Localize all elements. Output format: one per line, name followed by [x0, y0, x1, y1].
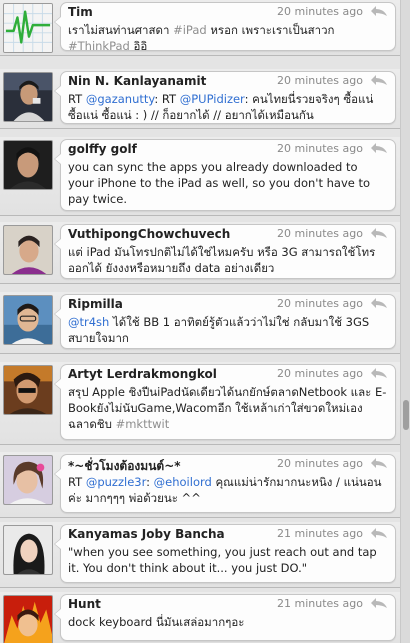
timestamp[interactable]: 20 minutes ago	[277, 74, 363, 87]
tweet-item[interactable]: Ripmilla 20 minutes ago @tr4sh ได้ใช้ BB…	[0, 292, 400, 354]
author-name[interactable]: Kanyamas Joby Bancha	[68, 527, 225, 541]
avatar[interactable]	[3, 72, 53, 122]
tweet-text-segment: เราไม่สนท่านศาสดา	[68, 23, 174, 37]
timestamp[interactable]: 20 minutes ago	[277, 457, 363, 470]
tweet-text-segment: you can sync the apps you already downlo…	[68, 160, 371, 206]
mention-link[interactable]: @ehoilord	[154, 475, 212, 489]
avatar[interactable]	[3, 295, 53, 345]
tweet-bubble: golffy golf 20 minutes ago you can sync …	[54, 139, 396, 211]
profile-photo	[4, 296, 52, 344]
tweet-text-segment: "when you see something, you just reach …	[68, 545, 377, 575]
author-name[interactable]: Hunt	[68, 597, 101, 611]
tweet-timeline: Tim 20 minutes ago เราไม่สนท่านศาสดา #iP…	[0, 0, 400, 643]
avatar[interactable]	[3, 3, 53, 53]
tweet-text-segment: :	[146, 475, 154, 489]
avatar[interactable]	[3, 455, 53, 505]
tweet-bubble: Tim 20 minutes ago เราไม่สนท่านศาสดา #iP…	[54, 2, 396, 54]
author-name[interactable]: Artyt Lerdrakmongkol	[68, 367, 217, 381]
mention-link[interactable]: @PUPidizer	[180, 92, 245, 106]
timestamp[interactable]: 20 minutes ago	[277, 5, 363, 18]
tweet-bubble: Kanyamas Joby Bancha 21 minutes ago "whe…	[54, 524, 396, 583]
author-name[interactable]: golffy golf	[68, 142, 137, 156]
tweet-bubble: Artyt Lerdrakmongkol 20 minutes ago สรุป…	[54, 364, 396, 440]
tweet-text-segment: ได้ใช้ BB 1 อาทิตย์รู้ตัวแล้วว่าไม่ใช่ ก…	[68, 315, 370, 345]
timestamp[interactable]: 20 minutes ago	[277, 367, 363, 380]
avatar[interactable]	[3, 595, 53, 643]
profile-photo	[4, 456, 52, 504]
timestamp[interactable]: 20 minutes ago	[277, 142, 363, 155]
tweet-item[interactable]: Tim 20 minutes ago เราไม่สนท่านศาสดา #iP…	[0, 0, 400, 56]
scrollbar-thumb[interactable]	[403, 400, 409, 430]
vertical-scrollbar[interactable]	[400, 0, 410, 643]
tweet-text-segment: RT	[68, 92, 86, 106]
avatar[interactable]	[3, 140, 53, 190]
tweet-text-segment: : RT	[154, 92, 180, 106]
profile-photo	[4, 596, 52, 643]
author-name[interactable]: VuthipongChowchuvech	[68, 227, 230, 241]
tweet-text: @tr4sh ได้ใช้ BB 1 อาทิตย์รู้ตัวแล้วว่าไ…	[68, 314, 387, 346]
tweet-item[interactable]: Nin N. Kanlayanamit 20 minutes ago RT @g…	[0, 69, 400, 129]
reply-icon[interactable]	[369, 526, 389, 540]
tweet-bubble: Ripmilla 20 minutes ago @tr4sh ได้ใช้ BB…	[54, 294, 396, 349]
mention-link[interactable]: @tr4sh	[68, 315, 109, 329]
timestamp[interactable]: 21 minutes ago	[277, 527, 363, 540]
tweet-bubble: VuthipongChowchuvech 20 minutes ago แต่ …	[54, 224, 396, 279]
tweet-item[interactable]: VuthipongChowchuvech 20 minutes ago แต่ …	[0, 222, 400, 284]
timestamp[interactable]: 20 minutes ago	[277, 297, 363, 310]
reply-icon[interactable]	[369, 73, 389, 87]
tweet-text-segment: RT	[68, 475, 86, 489]
tweet-bubble: Hunt 21 minutes ago dock keyboard นี่มัน…	[54, 594, 396, 641]
author-name[interactable]: Ripmilla	[68, 297, 123, 311]
tweet-text: สรุป Apple ชิงปีนiPadนัดเดียวได้นกยักษ์ต…	[68, 384, 387, 432]
reply-icon[interactable]	[369, 456, 389, 470]
tweet-item[interactable]: golffy golf 20 minutes ago you can sync …	[0, 137, 400, 216]
tweet-item[interactable]: Kanyamas Joby Bancha 21 minutes ago "whe…	[0, 522, 400, 588]
reply-icon[interactable]	[369, 4, 389, 18]
tweet-item[interactable]: Hunt 21 minutes ago dock keyboard นี่มัน…	[0, 592, 400, 643]
tweet-bubble: *~ชั่วโมงต้องมนต์~* 20 minutes ago RT @p…	[54, 454, 396, 513]
mention-link[interactable]: @gazanutty	[86, 92, 155, 106]
tweet-text: you can sync the apps you already downlo…	[68, 159, 387, 207]
tweet-item[interactable]: Artyt Lerdrakmongkol 20 minutes ago สรุป…	[0, 362, 400, 445]
tweet-text: RT @gazanutty: RT @PUPidizer: คนไทยนี่รว…	[68, 91, 387, 123]
profile-photo	[4, 366, 52, 414]
hashtag-link[interactable]: #iPad	[173, 23, 207, 37]
hashtag-link[interactable]: #ThinkPad	[68, 39, 130, 53]
tweet-text: dock keyboard นี่มันเสล่อมากๆอะ	[68, 614, 387, 630]
tweet-text: แต่ iPad มันโทรปกติไม่ได้ใช่ไหมครับ หรือ…	[68, 244, 387, 276]
tweet-item[interactable]: *~ชั่วโมงต้องมนต์~* 20 minutes ago RT @p…	[0, 452, 400, 518]
timestamp[interactable]: 20 minutes ago	[277, 227, 363, 240]
profile-photo	[4, 141, 52, 189]
reply-icon[interactable]	[369, 296, 389, 310]
tweet-text: RT @puzzle3r: @ehoilord คุณแม่น่ารักมากน…	[68, 474, 387, 506]
reply-icon[interactable]	[369, 226, 389, 240]
chart-icon	[4, 4, 52, 52]
profile-photo	[4, 226, 52, 274]
avatar[interactable]	[3, 225, 53, 275]
reply-icon[interactable]	[369, 596, 389, 610]
reply-icon[interactable]	[369, 141, 389, 155]
reply-icon[interactable]	[369, 366, 389, 380]
mention-link[interactable]: @puzzle3r	[86, 475, 146, 489]
profile-photo	[4, 73, 52, 121]
tweet-text-segment: หรอก เพราะเราเป็นสาวก	[206, 23, 335, 37]
avatar[interactable]	[3, 365, 53, 415]
tweet-text-segment: อิอิ	[129, 39, 148, 53]
tweet-text: "when you see something, you just reach …	[68, 544, 387, 576]
timestamp[interactable]: 21 minutes ago	[277, 597, 363, 610]
avatar[interactable]	[3, 525, 53, 575]
hashtag-link[interactable]: #mkttwit	[116, 417, 170, 431]
profile-photo	[4, 526, 52, 574]
tweet-text: เราไม่สนท่านศาสดา #iPad หรอก เพราะเราเป็…	[68, 22, 387, 54]
tweet-text-segment: dock keyboard นี่มันเสล่อมากๆอะ	[68, 615, 245, 629]
author-name[interactable]: Tim	[68, 5, 93, 19]
tweet-text-segment: แต่ iPad มันโทรปกติไม่ได้ใช่ไหมครับ หรือ…	[68, 245, 376, 275]
tweet-bubble: Nin N. Kanlayanamit 20 minutes ago RT @g…	[54, 71, 396, 124]
author-name[interactable]: Nin N. Kanlayanamit	[68, 74, 206, 88]
